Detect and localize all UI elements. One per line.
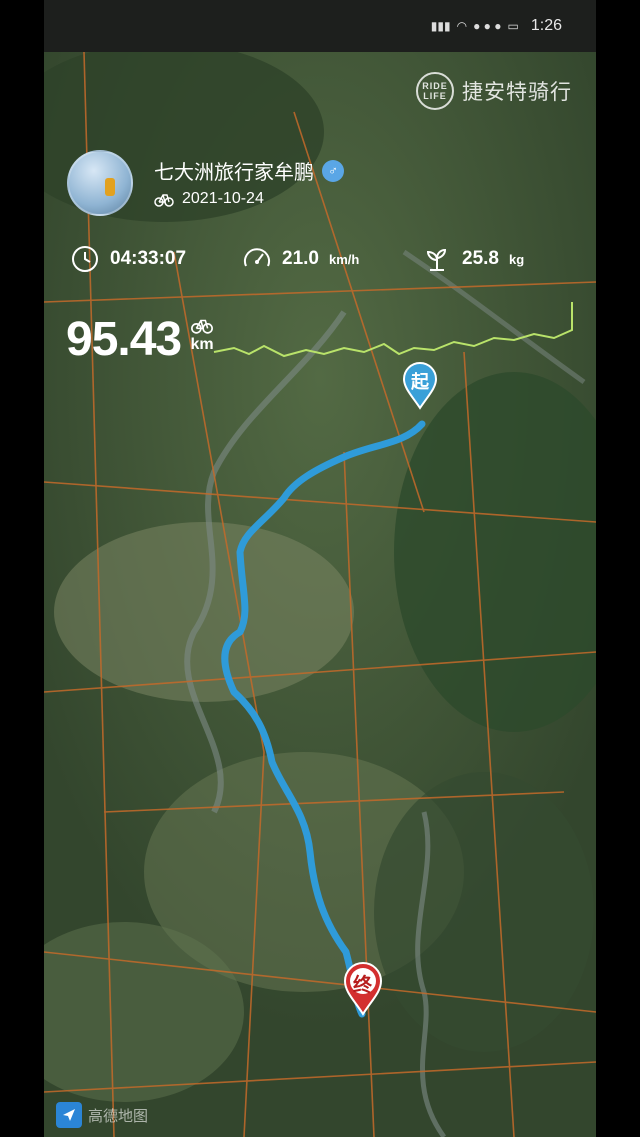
male-icon: ♂ <box>322 159 344 182</box>
user-name: 七大洲旅行家牟鹏 <box>154 162 314 184</box>
stats-row: 04:33:07 21.0 km/h 25.8 kg <box>70 244 590 280</box>
carbon-value: 25.8 <box>462 248 499 269</box>
wifi-icon: ◠ <box>456 19 468 33</box>
bicycle-icon <box>154 194 174 207</box>
ride-date-row: 2021-10-24 <box>154 190 264 208</box>
carbon-unit: kg <box>508 251 525 267</box>
bicycle-icon <box>191 319 213 334</box>
duration-stat: 04:33:07 <box>70 244 186 274</box>
speed-value: 21.0 <box>282 248 319 269</box>
user-name-row: 七大洲旅行家牟鹏 ♂ <box>154 156 344 185</box>
battery-icon: ▭ <box>507 19 519 33</box>
notification-icons: ● ● ● <box>473 19 502 33</box>
end-marker[interactable]: 终 <box>343 962 383 1021</box>
signal-icon: ▮▮▮ <box>430 19 451 33</box>
brand-name: 捷安特骑行 <box>462 81 572 104</box>
brand-logo-area: RIDE LIFE 捷安特骑行 <box>416 72 572 110</box>
speedometer-icon <box>244 248 270 267</box>
speed-unit: km/h <box>328 251 360 267</box>
map-provider: 高德地图 <box>88 1107 149 1125</box>
route-map[interactable] <box>44 52 596 1137</box>
status-time: 1:26 <box>530 17 562 34</box>
sprout-icon <box>426 248 447 271</box>
carbon-stat: 25.8 kg <box>422 244 524 274</box>
end-label: 终 <box>353 975 373 996</box>
distance-value: 95.43 <box>66 313 182 366</box>
ride-life-logo: RIDE LIFE <box>416 72 454 110</box>
status-bar: ▮▮▮ ◠ ● ● ● ▭ 1:26 <box>44 0 596 52</box>
navigation-arrow-icon <box>56 1102 82 1128</box>
start-marker[interactable]: 起 <box>402 362 438 415</box>
speed-stat: 21.0 km/h <box>242 244 359 274</box>
avatar[interactable] <box>67 150 133 216</box>
duration-value: 04:33:07 <box>110 248 187 269</box>
distance-unit: km <box>190 336 214 353</box>
distance-unit-block: km <box>190 316 214 354</box>
map-provider-watermark: 高德地图 <box>56 1102 148 1128</box>
ride-date: 2021-10-24 <box>182 190 264 207</box>
clock-icon <box>72 246 98 272</box>
app-frame: ▮▮▮ ◠ ● ● ● ▭ 1:26 RIDE LIFE 捷安特骑行 七大洲旅行… <box>44 0 596 1137</box>
start-label: 起 <box>411 372 429 392</box>
